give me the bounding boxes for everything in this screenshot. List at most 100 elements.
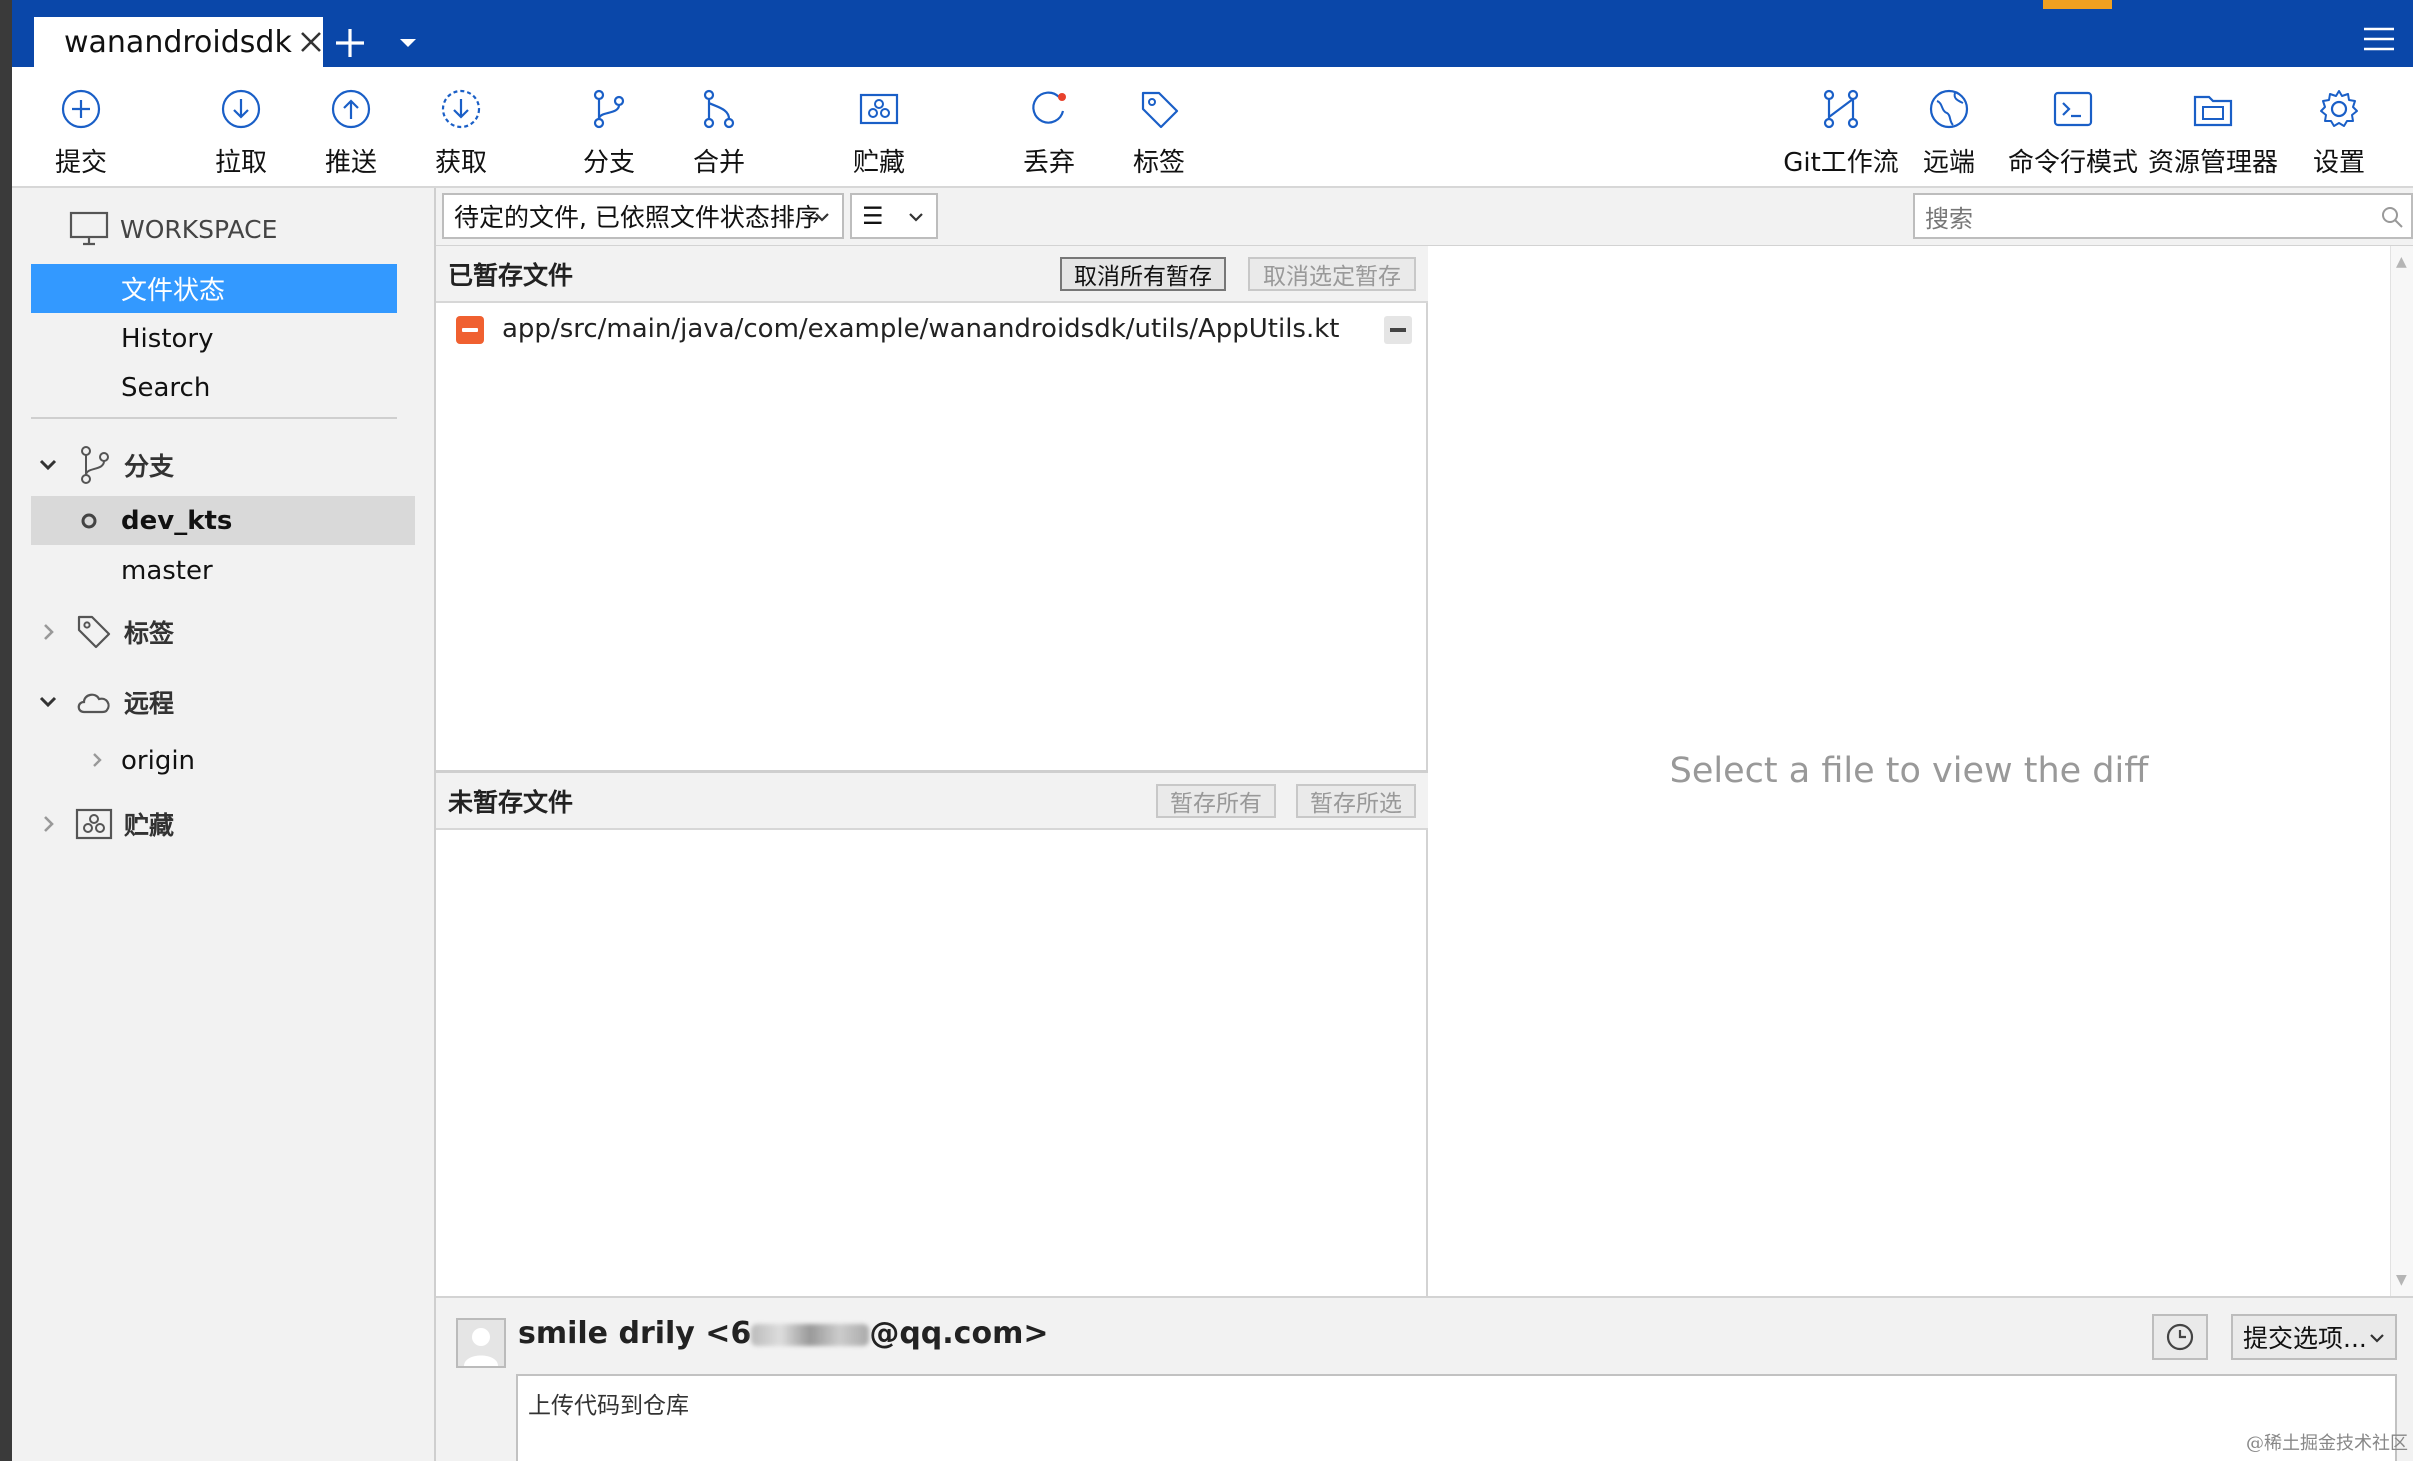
settings-button[interactable]: 设置 <box>2264 67 2413 188</box>
stashes-label: 贮藏 <box>124 811 175 840</box>
globe-icon <box>1929 89 1969 129</box>
unstage-all-button[interactable]: 取消所有暂存 <box>1060 257 1226 291</box>
sidebar-divider <box>31 417 397 419</box>
settings-label: 设置 <box>2312 148 2365 178</box>
dashed-arrow-down-circle-icon <box>441 89 481 129</box>
add-tab-icon[interactable] <box>328 21 372 65</box>
plus-circle-icon <box>61 89 101 129</box>
file-status-panel: 已暂存文件 取消所有暂存 取消选定暂存 app/src/main/java/co… <box>436 246 1428 1296</box>
scroll-up-icon[interactable]: ▲ <box>2396 254 2407 270</box>
remotes-label: 远程 <box>124 689 175 718</box>
merge-icon <box>703 89 735 129</box>
clock-icon <box>2166 1323 2194 1351</box>
list-style-select[interactable]: ☰ <box>850 193 938 239</box>
commit-options-select[interactable]: 提交选项... <box>2231 1314 2397 1360</box>
current-branch-icon <box>81 513 97 529</box>
staged-files-header: 已暂存文件 取消所有暂存 取消选定暂存 <box>436 246 1428 303</box>
merge-button[interactable]: 合并 <box>644 67 794 188</box>
refresh-discard-icon <box>1032 91 1066 124</box>
avatar <box>456 1318 506 1368</box>
tag-icon <box>1141 91 1179 129</box>
terminal-button[interactable]: 命令行模式 <box>1998 67 2148 188</box>
stash-box-icon <box>859 93 899 125</box>
chevron-down-icon <box>909 213 923 222</box>
fetch-label: 获取 <box>434 148 487 178</box>
staged-file-row[interactable]: app/src/main/java/com/example/wanandroid… <box>436 306 1428 352</box>
stash-button[interactable]: 贮藏 <box>804 67 954 188</box>
branch-icon <box>593 89 625 129</box>
file-view-mode-select[interactable]: 待定的文件, 已依照文件状态排序 <box>442 193 844 239</box>
stage-all-button[interactable]: 暂存所有 <box>1156 784 1276 818</box>
chevron-down-icon <box>2370 1334 2384 1343</box>
tag-label: 标签 <box>1132 148 1185 178</box>
search-placeholder: 搜索 <box>1925 204 1973 233</box>
remote-name: origin <box>121 745 196 776</box>
main-toolbar: 提交 拉取 推送 获取 分支 合并 贮藏 丢弃 标签 Git工作流 远端 命令行… <box>12 67 2413 188</box>
branch-icon <box>81 446 109 484</box>
stash-box-icon <box>75 808 113 840</box>
remote-label: 远端 <box>1922 148 1975 178</box>
folder-icon <box>2193 95 2233 127</box>
commit-options-label: 提交选项... <box>2243 1324 2367 1353</box>
sidebar: WORKSPACE 文件状态 History Search 分支 dev_kts… <box>12 188 436 1461</box>
unstage-selected-button[interactable]: 取消选定暂存 <box>1248 257 1416 291</box>
window-edge <box>0 0 12 1461</box>
search-input[interactable]: 搜索 <box>1913 193 2413 239</box>
remotes-header[interactable]: 远程 <box>36 684 174 720</box>
unstaged-files-title: 未暂存文件 <box>448 787 574 817</box>
commit-button[interactable]: 提交 <box>6 67 156 188</box>
arrow-down-circle-icon <box>221 89 261 129</box>
scroll-down-icon[interactable]: ▼ <box>2396 1272 2407 1288</box>
tab-dropdown-icon[interactable] <box>395 30 421 56</box>
diff-scrollbar[interactable]: ▲ ▼ <box>2390 246 2413 1296</box>
branch-item-dev-kts[interactable]: dev_kts <box>31 496 415 545</box>
tags-label: 标签 <box>124 619 175 648</box>
view-mode-value: 待定的文件, 已依照文件状态排序 <box>454 203 820 232</box>
push-label: 推送 <box>324 148 377 178</box>
chevron-right-icon <box>44 624 54 640</box>
fetch-button[interactable]: 获取 <box>386 67 536 188</box>
monitor-icon <box>69 211 109 246</box>
unstaged-files-header: 未暂存文件 暂存所有 暂存所选 <box>436 773 1428 830</box>
arrow-up-circle-icon <box>331 89 371 129</box>
tags-header[interactable]: 标签 <box>36 612 174 652</box>
sidebar-item-file-status[interactable]: 文件状态 <box>31 264 397 313</box>
staged-files-title: 已暂存文件 <box>448 260 574 290</box>
hamburger-menu-icon[interactable] <box>2360 22 2398 56</box>
branch-label: 分支 <box>582 148 635 178</box>
tab-title: wanandroidsdk <box>64 24 292 60</box>
stage-selected-button[interactable]: 暂存所选 <box>1296 784 1416 818</box>
commit-label: 提交 <box>54 148 107 178</box>
commit-history-button[interactable] <box>2152 1314 2208 1360</box>
sidebar-item-history[interactable]: History <box>31 314 427 363</box>
sidebar-item-search[interactable]: Search <box>31 363 427 412</box>
sourcetree-window: wanandroidsdk 提交 拉取 推送 获取 分支 合并 贮藏 丢弃 标签… <box>0 0 2413 1461</box>
tab-bar: wanandroidsdk <box>12 0 2413 67</box>
remote-item-origin[interactable]: origin <box>31 736 427 785</box>
file-path: app/src/main/java/com/example/wanandroid… <box>502 314 1340 344</box>
chevron-down-icon <box>39 696 57 708</box>
chevron-down-icon <box>39 459 57 471</box>
tab-repository[interactable]: wanandroidsdk <box>34 17 323 67</box>
watermark: @稀土掘金技术社区 <box>2246 1433 2408 1454</box>
gear-icon <box>2320 90 2358 127</box>
branches-header[interactable]: 分支 <box>36 445 174 485</box>
chevron-right-icon <box>44 816 54 832</box>
removed-file-icon <box>456 316 484 344</box>
chevron-down-icon <box>815 213 829 222</box>
merge-label: 合并 <box>692 148 745 178</box>
branch-item-master[interactable]: master <box>31 546 427 595</box>
redacted-email <box>751 1323 870 1346</box>
branch-name: dev_kts <box>121 505 233 536</box>
unstage-file-icon[interactable] <box>1384 316 1412 344</box>
commit-message-input[interactable]: 上传代码到仓库 <box>516 1374 2397 1461</box>
git-flow-icon <box>1823 89 1859 129</box>
stashes-header[interactable]: 贮藏 <box>36 806 174 842</box>
workspace-header[interactable]: WORKSPACE <box>68 210 277 248</box>
tag-button[interactable]: 标签 <box>1084 67 1234 188</box>
commit-panel: smile drily <6 @qq.com> 提交选项... 上传代码到仓库 <box>436 1296 2413 1461</box>
branches-label: 分支 <box>124 452 175 481</box>
notification-strip <box>2043 0 2112 9</box>
cloud-icon <box>77 693 110 714</box>
close-icon[interactable] <box>294 25 328 59</box>
